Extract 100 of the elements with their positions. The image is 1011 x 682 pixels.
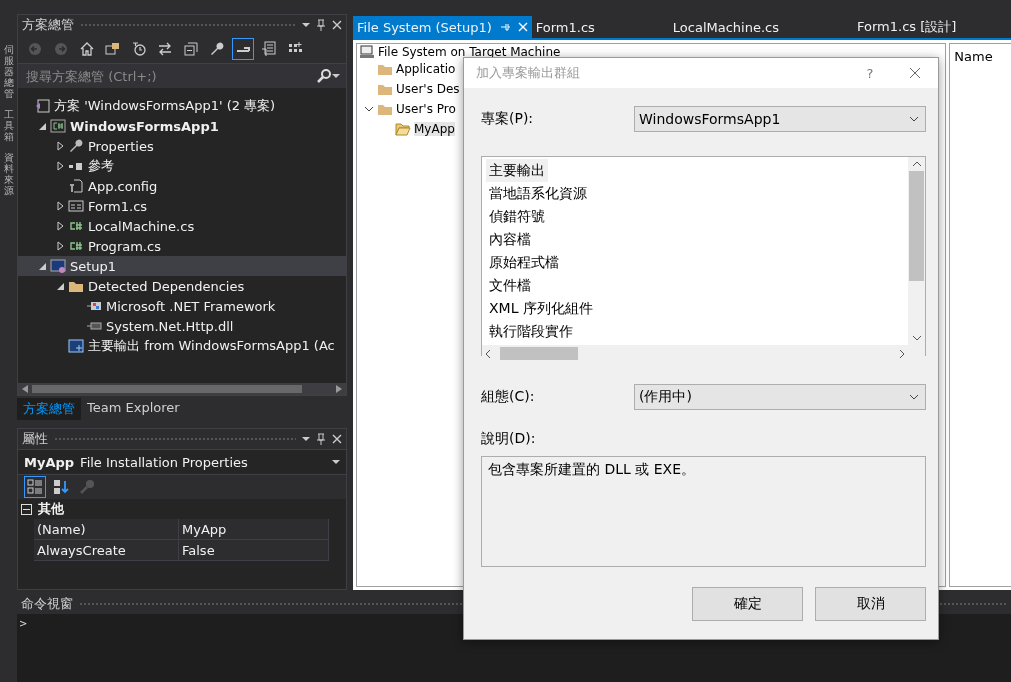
dropdown-caret-icon [332,72,340,80]
clock-icon [131,41,147,57]
list-item[interactable]: 執行階段實作 [486,320,576,343]
switch-views-icon [105,41,121,57]
description-box[interactable]: 包含專案所建置的 DLL 或 EXE。 [481,456,926,567]
scroll-right-icon [898,348,906,359]
dialog-button[interactable]: 確定 [692,587,803,621]
dropdown-caret-icon [332,458,340,466]
expanded-arrow-icon [37,121,47,131]
sync-icon [157,41,173,57]
scrollbar[interactable] [18,383,346,395]
panel-title: 屬性 [22,430,48,448]
computer-icon [359,44,375,60]
tree-item[interactable]: LocalMachine.cs [18,216,346,236]
tree-item[interactable]: Properties [18,136,346,156]
dialog-title: 加入專案輸出群組 [476,64,581,82]
property-name: (Name) [34,519,179,540]
document-tab[interactable]: Form1.cs [531,16,599,38]
tree-item[interactable]: Program.cs [18,236,346,256]
list-item[interactable]: XML 序列化組件 [486,297,596,320]
search-icon [316,68,332,84]
tree-item[interactable]: 主要輸出 from WindowsFormsApp1 (Ac [18,336,346,356]
chevron-down-icon [909,394,919,400]
property-value[interactable]: MyApp [179,519,329,540]
close-icon [517,22,528,32]
tree-item[interactable]: User's Des [396,82,460,96]
document-tab[interactable]: Form1.cs [設計] [853,16,961,38]
collapse-all-icon [183,41,199,57]
tree-item[interactable]: System.Net.Http.dll [18,316,346,336]
project-icon [50,118,66,134]
tree-item[interactable]: Detected Dependencies [18,276,346,296]
forward-icon [53,41,69,57]
preview-button[interactable] [232,38,254,60]
dropdown-caret-icon [302,435,310,443]
chevron-down-icon [909,116,919,122]
list-item[interactable]: 原始程式檔 [486,251,562,274]
panel-tab[interactable]: Team Explorer [81,398,186,420]
tree-item[interactable]: Form1.cs [18,196,346,216]
tree-item[interactable]: App.config [18,176,346,196]
scroll-left-icon [484,348,492,359]
document-tab[interactable]: LocalMachine.cs [668,16,783,38]
project-output-icon [68,338,84,354]
side-tab[interactable]: 工具箱 [3,109,14,142]
dialog-button[interactable]: 取消 [815,587,926,621]
tree-item[interactable]: Applicatio [396,62,456,76]
side-tab[interactable]: 資料來源 [3,152,14,196]
list-item[interactable]: 文件檔 [486,274,534,297]
setup-project-icon [50,258,66,274]
scrollbar-thumb[interactable] [500,347,578,360]
categorized-icon [27,479,43,495]
sort-alphabetical-icon [53,479,69,495]
scrollbar[interactable] [908,157,925,345]
close-icon [332,20,342,30]
pin-icon [499,22,510,32]
panel-tab[interactable]: 方案總管 [17,398,81,420]
object-selector[interactable]: MyApp File Installation Properties [18,449,346,475]
document-icon [261,41,277,57]
tree-item[interactable]: 方案 'WindowsFormsApp1' (2 專案) [18,96,346,116]
tree-item[interactable]: File System on Target Machine [378,44,561,59]
tree-item[interactable]: MyApp [414,122,455,136]
list-item[interactable]: 內容檔 [486,228,534,251]
field-label: 說明(D): [481,430,537,448]
scroll-left-icon [22,385,28,393]
list-item[interactable]: 偵錯符號 [486,205,548,228]
help-button[interactable]: ? [848,58,892,88]
tree-item[interactable]: User's Pro [396,102,456,116]
tree-item[interactable]: Setup1 [18,256,346,276]
back-icon [27,41,43,57]
column-header[interactable]: Name [950,44,1011,69]
close-icon [909,67,921,79]
side-tab[interactable]: 伺服器總管 [3,44,14,99]
document-tab[interactable]: File System (Setup1) [353,16,532,38]
dropdown-caret-icon [302,21,310,29]
tree-item[interactable]: WindowsFormsApp1 [18,116,346,136]
field-label: 組態(C): [481,388,536,406]
pin-icon [316,433,326,445]
scroll-right-icon [336,385,342,393]
panel-title: 命令視窗 [21,595,73,613]
form-icon [68,198,84,214]
categorized-button[interactable] [24,476,46,498]
config-file-icon [68,178,84,194]
list-item[interactable]: 主要輸出 [486,159,548,182]
field-label: 專案(P): [481,110,535,128]
search-field[interactable]: 搜尋方案總管 (Ctrl+;) [24,67,316,85]
solution-icon [34,98,50,114]
pin-icon [316,19,326,31]
search-field[interactable]: 搜尋方案總管 (Ctrl+;) [18,63,346,88]
scrollbar-thumb[interactable] [32,385,302,393]
folder-icon [395,121,411,137]
tree-item[interactable]: 參考 [18,156,346,176]
property-value[interactable]: False [179,540,329,561]
scrollbar-thumb[interactable] [909,171,924,281]
close-icon [332,434,342,444]
panel-title: 方案總管 [22,16,74,34]
category-label: 其他 [38,500,64,518]
project-dropdown[interactable]: WindowsFormsApp1 [634,106,926,132]
configuration-dropdown[interactable]: (作用中) [634,384,926,410]
home-icon [79,41,95,57]
list-item[interactable]: 當地語系化資源 [486,182,590,205]
tree-item[interactable]: Microsoft .NET Framework [18,296,346,316]
